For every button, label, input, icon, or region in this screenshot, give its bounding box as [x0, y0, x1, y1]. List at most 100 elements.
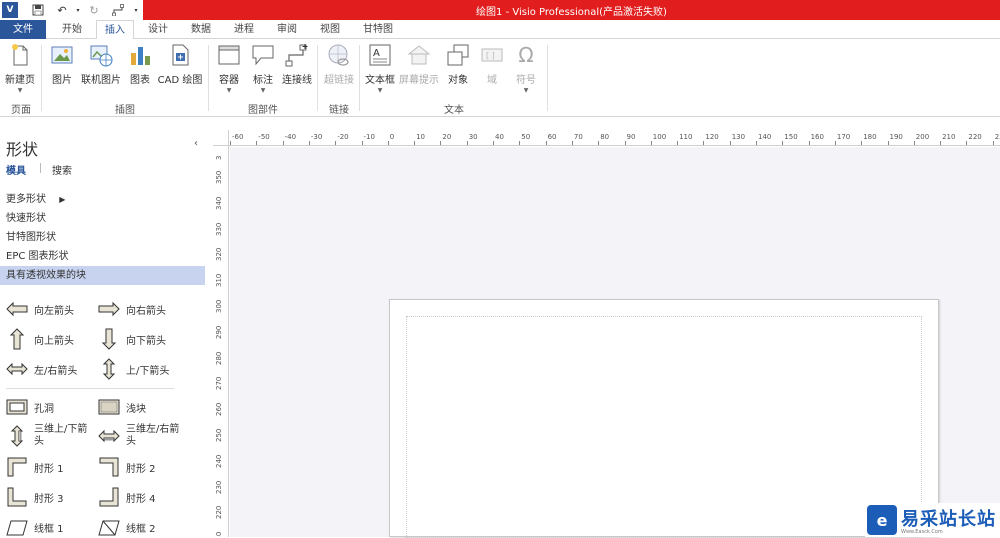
shape-hole[interactable]: 孔洞: [6, 396, 54, 418]
shape-label: 肘形 3: [34, 493, 64, 505]
ruler-tick-label: 340: [215, 196, 223, 210]
object-button[interactable]: 对象: [444, 43, 472, 86]
tab-file[interactable]: 文件: [0, 20, 46, 39]
ruler-tick-label: 60: [547, 133, 557, 141]
ruler-tick-label: 210: [215, 532, 223, 537]
ruler-tick-label: -40: [284, 133, 297, 141]
callout-label: 标注: [253, 75, 273, 86]
textbox-button[interactable]: A 文本框 ▼: [362, 43, 398, 94]
shape-down-arrow[interactable]: 向下箭头: [98, 328, 166, 350]
ruler-tick: [861, 141, 863, 145]
chart-button[interactable]: 图表: [124, 43, 156, 86]
tab-insert[interactable]: 插入: [96, 20, 134, 40]
ruler-tick-label: 40: [495, 133, 504, 141]
shape-label: 线框 1: [34, 523, 64, 535]
shape-left-arrow[interactable]: 向左箭头: [6, 298, 74, 320]
redo-icon[interactable]: ↻: [86, 2, 102, 18]
shape-right-arrow[interactable]: 向右箭头: [98, 298, 166, 320]
picture-button[interactable]: 图片: [46, 43, 78, 86]
undo-icon[interactable]: ↶: [54, 2, 70, 18]
ruler-tick-label: 310: [215, 273, 223, 288]
object-label: 对象: [448, 75, 468, 86]
shape-frame-1[interactable]: 线框 1: [6, 516, 64, 538]
ruler-tick-label: 3: [215, 155, 223, 160]
tab-data[interactable]: 数据: [185, 20, 217, 39]
shape-elbow-4[interactable]: 肘形 4: [98, 486, 156, 508]
group-label-illustrations: 插图: [115, 105, 135, 116]
subtab-search[interactable]: 搜索: [52, 162, 72, 177]
shape-elbow-2[interactable]: 肘形 2: [98, 456, 156, 478]
subtab-stencils[interactable]: 模具: [6, 162, 26, 177]
nav-gantt-shapes[interactable]: 甘特图形状: [0, 228, 205, 247]
shallow-block-icon: [98, 399, 120, 415]
shape-3d-up-down-arrow[interactable]: 三维上/下箭头: [6, 424, 96, 448]
new-page-icon: [8, 43, 32, 67]
group-divider: [547, 45, 548, 111]
connector-button[interactable]: 连接线: [281, 43, 313, 86]
site-logo-icon: e: [867, 505, 897, 535]
online-picture-button[interactable]: 联机图片: [80, 43, 122, 86]
shape-up-arrow[interactable]: 向上箭头: [6, 328, 74, 350]
hyperlink-button[interactable]: 超链接: [321, 43, 357, 86]
shape-shallow-block[interactable]: 浅块: [98, 396, 146, 418]
shape-label: 向右箭头: [126, 305, 166, 317]
ruler-tick-label: 130: [731, 133, 746, 141]
symbol-button[interactable]: Ω 符号 ▼: [512, 43, 540, 94]
vertical-ruler[interactable]: 3 350 340 330 320 310 300 290 280 270 260 250 240 230…: [213, 146, 229, 537]
shape-frame-2[interactable]: 线框 2: [98, 516, 156, 538]
hole-icon: [6, 399, 28, 415]
shape-label: 向左箭头: [34, 305, 74, 317]
shape-up-down-arrow[interactable]: 上/下箭头: [98, 358, 169, 380]
group-divider: [41, 45, 42, 111]
tab-home[interactable]: 开始: [56, 20, 88, 39]
shape-label: 浅块: [126, 403, 146, 415]
tab-view[interactable]: 视图: [314, 20, 346, 39]
shape-elbow-1[interactable]: 肘形 1: [6, 456, 64, 478]
screentip-button[interactable]: 屏幕提示: [398, 43, 440, 86]
nav-epc-shapes[interactable]: EPC 图表形状: [0, 247, 205, 266]
down-arrow-icon: [101, 328, 117, 350]
ruler-tick-label: 160: [810, 133, 824, 141]
tab-review[interactable]: 审阅: [271, 20, 303, 39]
chevron-down-icon: ▼: [523, 87, 529, 94]
drawing-page[interactable]: [389, 299, 939, 538]
ruler-tick-label: 350: [215, 170, 223, 184]
shape-left-right-arrow[interactable]: 左/右箭头: [6, 358, 77, 380]
ruler-tick-label: 230: [215, 480, 223, 494]
collapse-pane-icon[interactable]: ‹: [194, 138, 198, 149]
container-button[interactable]: 容器 ▼: [214, 43, 244, 94]
ruler-tick: [466, 141, 468, 145]
customize-quick-access-icon[interactable]: ▾: [128, 2, 144, 18]
ruler-tick: [440, 141, 442, 145]
horizontal-ruler[interactable]: -60 -50 -40 -30 -20 -10 0 10 20 30 40 50 60 70 80 90 100…: [229, 130, 1000, 146]
ruler-tick-label: 150: [784, 133, 798, 141]
tab-gantt[interactable]: 甘特图: [357, 20, 399, 39]
save-icon[interactable]: [30, 2, 46, 18]
ruler-tick: [729, 141, 731, 145]
visio-app-icon[interactable]: V: [2, 2, 18, 18]
ruler-tick-label: 220: [968, 133, 982, 141]
shape-elbow-3[interactable]: 肘形 3: [6, 486, 64, 508]
cad-drawing-button[interactable]: CAD 绘图: [156, 43, 204, 86]
ruler-tick-label: 190: [889, 133, 903, 141]
ruler-tick-label: 20: [442, 133, 452, 141]
connector-quick-icon[interactable]: [110, 2, 126, 18]
nav-blocks-perspective[interactable]: 具有透视效果的块: [0, 266, 205, 285]
group-label-diagram-parts: 图部件: [248, 105, 278, 116]
tab-design[interactable]: 设计: [142, 20, 174, 39]
nav-more-shapes[interactable]: 更多形状 ▶: [0, 190, 205, 209]
shape-3d-left-right-arrow[interactable]: 三维左/右箭头: [98, 424, 188, 448]
ruler-tick-label: 140: [758, 133, 772, 141]
group-label-text: 文本: [444, 105, 464, 116]
site-watermark: e 易采站长站 Www.Easck.Com: [865, 503, 1000, 537]
ruler-tick: [782, 141, 784, 145]
picture-label: 图片: [52, 75, 72, 86]
undo-dropdown-icon[interactable]: ▾: [70, 2, 86, 18]
tab-process[interactable]: 进程: [228, 20, 260, 39]
nav-quick-shapes[interactable]: 快速形状: [0, 209, 205, 228]
up-down-arrow-icon: [102, 358, 116, 380]
new-page-button[interactable]: 新建页 ▼: [2, 43, 38, 94]
ruler-tick-label: 320: [215, 248, 223, 262]
callout-button[interactable]: 标注 ▼: [248, 43, 278, 94]
field-button[interactable]: [ ] 域: [478, 43, 506, 86]
